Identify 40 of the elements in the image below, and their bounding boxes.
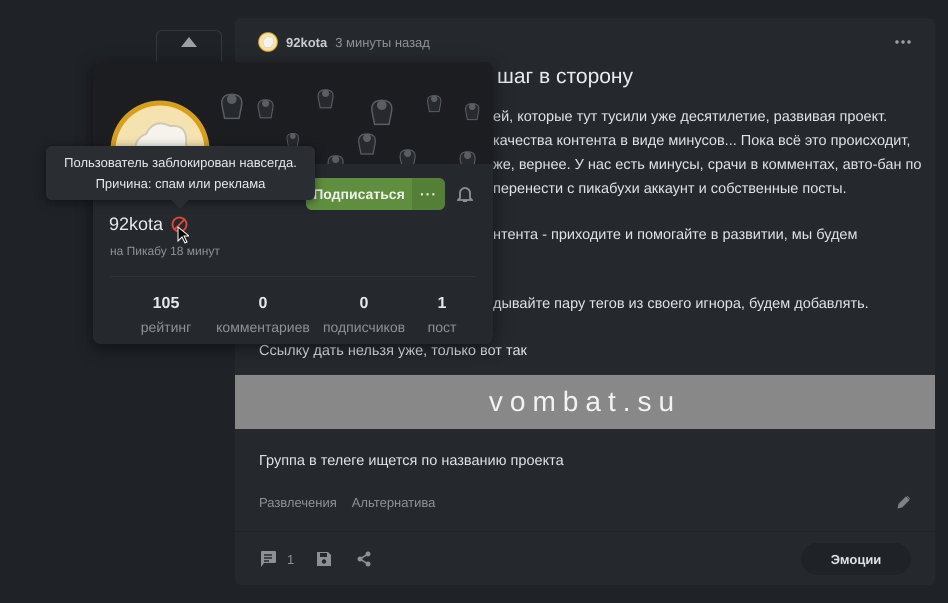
- edit-icon[interactable]: [897, 495, 911, 509]
- post-text: перенести с пикабухи аккаунт и собственные посты.: [493, 180, 847, 199]
- post-text: же, вернее. У нас есть минусы, срачи в комментах, авто-бан по: [493, 156, 922, 175]
- author-avatar[interactable]: [258, 32, 278, 52]
- member-duration: на Пикабу 18 минут: [109, 243, 221, 260]
- bell-icon[interactable]: [457, 185, 473, 203]
- stat-label: пост: [428, 319, 456, 335]
- tooltip-text: Причина: спам или реклама: [96, 175, 266, 192]
- tooltip-text: Пользователь заблокирован навсегда.: [64, 154, 297, 171]
- share-icon[interactable]: [356, 551, 372, 567]
- emotions-button[interactable]: Эмоции: [801, 543, 911, 575]
- profile-username[interactable]: 92kota: [109, 214, 164, 234]
- post-text: Ссылку дать нельзя уже, только вот так: [258, 342, 528, 361]
- more-button[interactable]: ···: [412, 178, 445, 210]
- author-name[interactable]: 92kota: [286, 34, 328, 50]
- stat-value: 0: [360, 295, 368, 313]
- comment-count[interactable]: 1: [287, 552, 294, 566]
- comment-icon[interactable]: [259, 550, 277, 568]
- banner-text: vombat.su: [488, 386, 682, 418]
- subscribe-button[interactable]: Подписаться: [306, 178, 412, 210]
- post-title: шаг в сторону: [497, 65, 634, 90]
- stat-label: подписчиков: [322, 319, 406, 335]
- stat-value: 105: [152, 295, 180, 313]
- save-icon[interactable]: [316, 551, 332, 567]
- more-options-icon[interactable]: [895, 40, 911, 44]
- post-text: качества контента в виде минусов... Пока всё это происходит,: [493, 132, 910, 151]
- stat-value: 0: [258, 295, 268, 313]
- tag-link[interactable]: Альтернатива: [352, 494, 436, 510]
- stat-label: комментариев: [216, 319, 310, 335]
- post-text: ей, которые тут тусили уже десятилетие, развивая проект.: [493, 108, 888, 127]
- post-text: нтента - приходите и помогайте в развитии, мы будем: [493, 226, 858, 245]
- upvote-icon[interactable]: [181, 37, 197, 47]
- stat-value: 1: [438, 295, 446, 313]
- tag-link[interactable]: Развлечения: [259, 494, 337, 510]
- ban-icon[interactable]: [171, 216, 188, 232]
- post-text: дывайте пару тегов из своего игнора, будем добавлять.: [493, 295, 869, 314]
- post-time: 3 минуты назад: [335, 34, 430, 50]
- stat-label: рейтинг: [140, 319, 192, 335]
- post-caption: Группа в телеге ищется по названию проекта: [258, 452, 565, 471]
- cursor-icon: [177, 226, 189, 244]
